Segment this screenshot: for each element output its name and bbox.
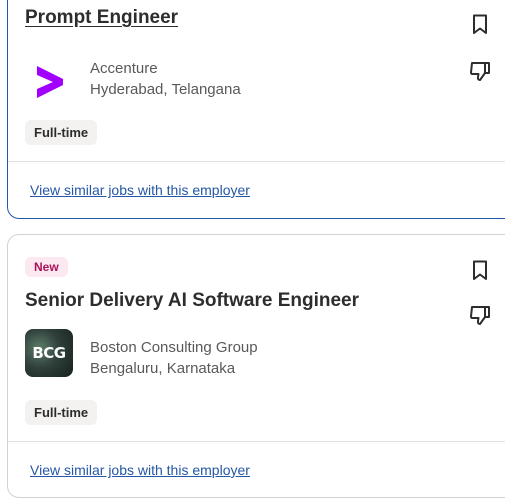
thumbs-down-icon[interactable]: [468, 59, 492, 83]
divider: [8, 441, 505, 442]
company-name[interactable]: Boston Consulting Group: [90, 339, 258, 356]
job-card[interactable]: New Senior Delivery AI Software Engineer…: [7, 234, 505, 498]
divider: [8, 161, 505, 162]
view-similar-jobs-link[interactable]: View similar jobs with this employer: [30, 182, 250, 198]
job-title[interactable]: Senior Delivery AI Software Engineer: [25, 290, 359, 312]
job-type-badge: Full-time: [25, 120, 98, 145]
accenture-logo: [37, 66, 63, 98]
job-title[interactable]: Prompt Engineer: [25, 7, 178, 29]
bookmark-icon[interactable]: [468, 12, 492, 36]
bcg-logo: BCG: [25, 329, 73, 377]
bookmark-icon[interactable]: [468, 258, 492, 282]
logo-text: BCG: [32, 344, 66, 362]
view-similar-jobs-link[interactable]: View similar jobs with this employer: [30, 462, 250, 478]
job-location: Bengaluru, Karnataka: [90, 360, 236, 377]
company-name[interactable]: Accenture: [90, 60, 158, 77]
thumbs-down-icon[interactable]: [468, 303, 492, 327]
job-location: Hyderabad, Telangana: [90, 81, 241, 98]
new-badge: New: [25, 257, 68, 277]
job-type-badge: Full-time: [25, 400, 98, 425]
job-card[interactable]: Prompt Engineer Accenture Hyderabad, Tel…: [7, 0, 505, 219]
